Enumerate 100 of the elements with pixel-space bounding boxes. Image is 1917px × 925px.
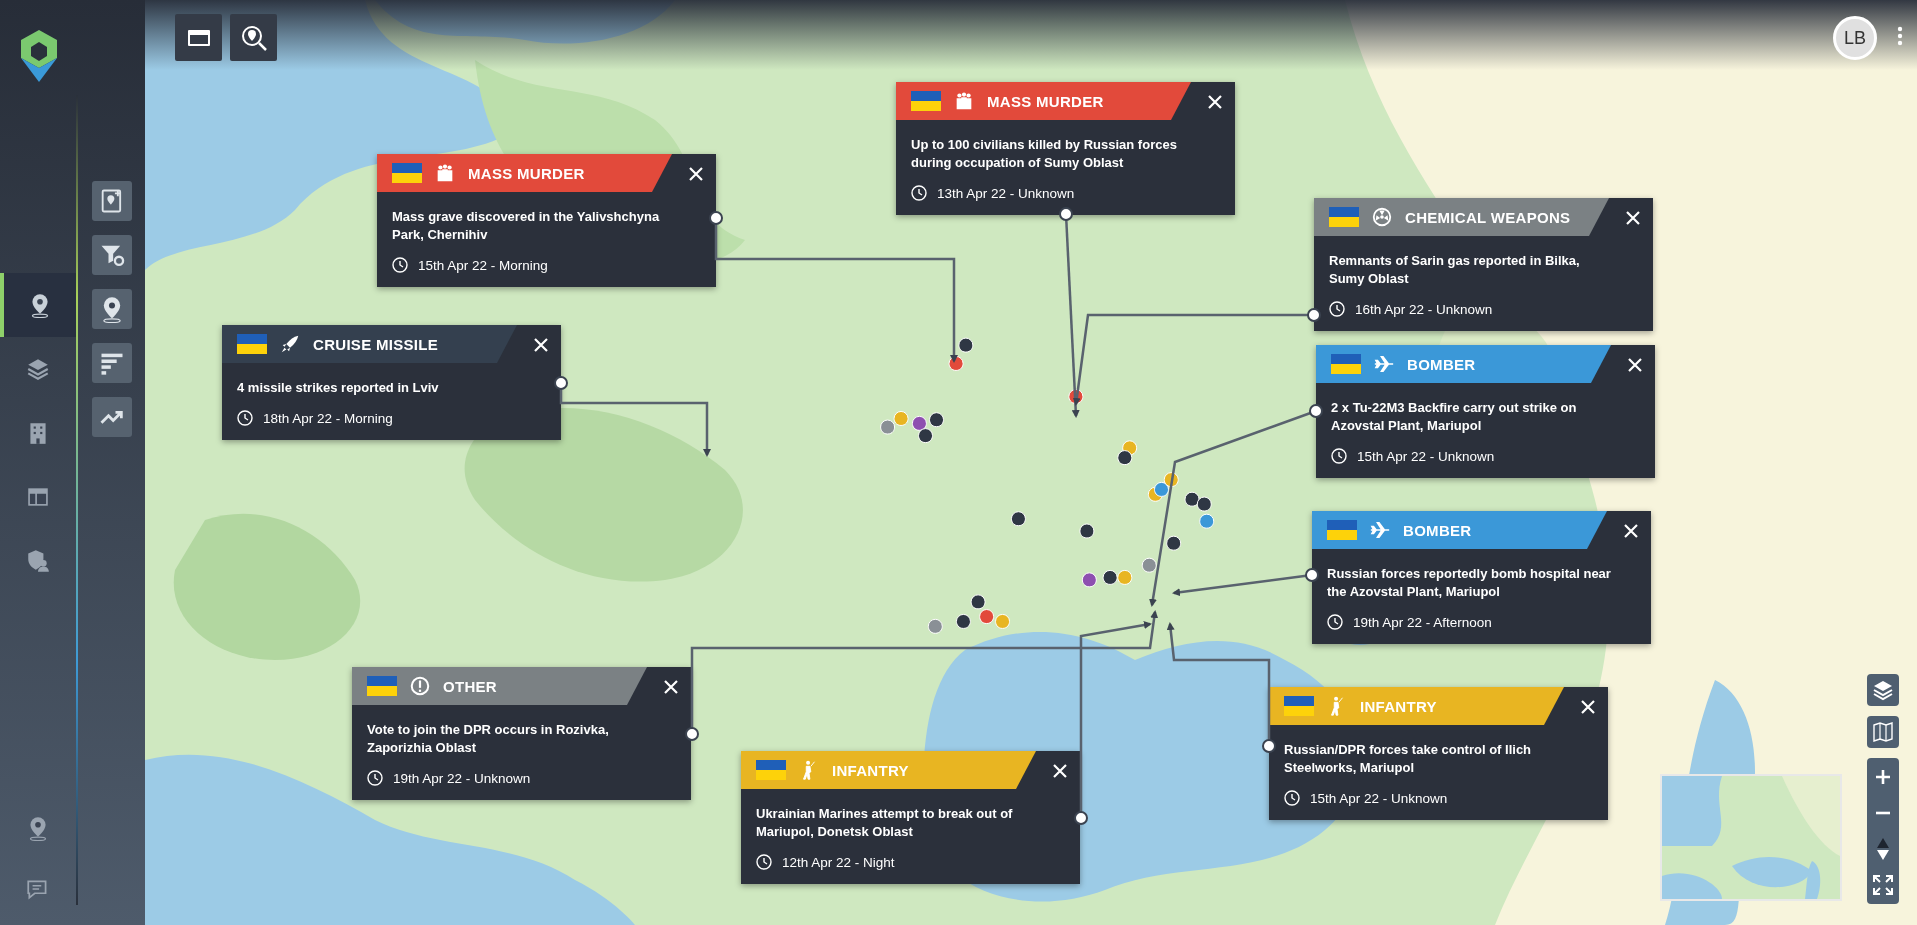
compass-icon (1877, 838, 1889, 860)
map-marker-icon[interactable] (1153, 481, 1169, 497)
location-search-button[interactable] (230, 14, 277, 61)
map-marker-icon[interactable] (1117, 569, 1133, 585)
category-label: OTHER (443, 677, 497, 695)
category-label: MASS MURDER (468, 164, 585, 182)
event-date: 15th Apr 22 - Morning (418, 257, 548, 273)
clock-icon (911, 185, 927, 201)
clock-icon (1327, 614, 1343, 630)
more-options-icon[interactable] (1897, 26, 1903, 46)
category-icon (1369, 519, 1391, 541)
map-marker-icon[interactable] (1184, 491, 1200, 507)
map-marker-icon[interactable] (1117, 450, 1133, 466)
map-icon (1871, 720, 1895, 744)
event-date: 12th Apr 22 - Night (782, 854, 895, 870)
map-marker-icon[interactable] (1068, 388, 1084, 404)
ukraine-flag-icon (756, 760, 786, 780)
clock-icon (367, 770, 383, 786)
close-icon (1624, 524, 1638, 538)
window-icon (186, 27, 211, 48)
event-title: Vote to join the DPR occurs in Rozivka, Zaporizhia Oblast (367, 721, 610, 757)
ukraine-flag-icon (1329, 207, 1359, 227)
event-date: 19th Apr 22 - Unknown (393, 770, 531, 786)
category-label: INFANTRY (832, 761, 909, 779)
tool-button[interactable] (91, 181, 132, 221)
location-search-icon (239, 23, 268, 52)
category-label: CRUISE MISSILE (313, 335, 439, 353)
clock-icon (237, 410, 253, 426)
map-marker-icon[interactable] (927, 618, 943, 634)
category-label: MASS MURDER (987, 92, 1104, 110)
layers-button[interactable] (1867, 674, 1899, 706)
map-marker-icon[interactable] (1199, 513, 1215, 529)
tool-button[interactable] (91, 397, 132, 437)
event-date: 16th Apr 22 - Unknown (1355, 301, 1493, 317)
map-marker-icon[interactable] (911, 415, 927, 431)
category-icon (1371, 206, 1393, 228)
event-title: Russian/DPR forces take control of Ilich Steelworks, Mariupol (1284, 741, 1533, 777)
tool-button[interactable] (91, 343, 132, 383)
map-marker-icon[interactable] (1163, 472, 1179, 488)
event-date: 15th Apr 22 - Unknown (1310, 790, 1448, 806)
ukraine-flag-icon (1327, 520, 1357, 540)
map-marker-icon[interactable] (958, 337, 974, 353)
layers-icon (1871, 678, 1895, 702)
map-marker-icon[interactable] (929, 412, 944, 428)
clock-icon (1329, 301, 1345, 317)
event-title: 4 missile strikes reported in Lviv (237, 379, 440, 397)
category-label: BOMBER (1403, 521, 1472, 539)
event-date: 18th Apr 22 - Morning (263, 410, 393, 426)
clock-icon (392, 257, 408, 273)
map-marker-icon[interactable] (1010, 511, 1026, 527)
category-icon (1373, 353, 1395, 375)
close-icon (689, 167, 703, 181)
close-icon (534, 338, 548, 352)
event-title: Up to 100 civilians killed by Russian forces during occupation of Sumy Oblast (911, 136, 1178, 172)
ukraine-flag-icon (1284, 696, 1314, 716)
map-marker-icon[interactable] (1102, 569, 1118, 585)
category-label: BOMBER (1407, 355, 1476, 373)
event-date: 13th Apr 22 - Unknown (937, 185, 1075, 201)
close-icon (1208, 95, 1222, 109)
shield-user-icon (25, 548, 51, 574)
close-icon (1053, 764, 1067, 778)
map-marker-icon[interactable] (1166, 535, 1182, 551)
event-title: 2 x Tu-22M3 Backfire carry out strike on Azovstal Plant, Mariupol (1331, 399, 1578, 435)
ukraine-flag-icon (1331, 354, 1361, 374)
category-label: INFANTRY (1360, 697, 1437, 715)
category-icon (409, 675, 431, 697)
tool-button[interactable] (91, 289, 132, 329)
event-title: Russian forces reportedly bomb hospital near the Azovstal Plant, Mariupol (1327, 565, 1612, 601)
ukraine-flag-icon (392, 163, 422, 183)
event-date: 19th Apr 22 - Afternoon (1353, 614, 1492, 630)
event-date: 15th Apr 22 - Unknown (1357, 448, 1495, 464)
map-marker-icon[interactable] (1196, 496, 1212, 512)
category-icon (279, 333, 301, 355)
minus-icon (1876, 811, 1890, 815)
map-marker-icon[interactable] (979, 609, 995, 625)
clock-icon (1331, 448, 1347, 464)
event-title: Remnants of Sarin gas reported in Bilka, Sumy Oblast (1329, 252, 1581, 288)
ukraine-flag-icon (911, 91, 941, 111)
map-marker-icon[interactable] (880, 419, 896, 435)
close-icon (1626, 211, 1640, 225)
event-title: Ukrainian Marines attempt to break out of Mariupol, Donetsk Oblast (756, 805, 1014, 841)
panel-button[interactable] (175, 14, 222, 61)
fullscreen-icon (1872, 874, 1894, 896)
map-marker-icon[interactable] (970, 594, 986, 610)
category-label: CHEMICAL WEAPONS (1405, 208, 1571, 226)
plus-icon (1876, 770, 1890, 784)
tool-button[interactable] (91, 235, 132, 275)
close-icon (664, 680, 678, 694)
close-icon (1628, 358, 1642, 372)
map-marker-icon[interactable] (948, 355, 964, 371)
nav-button[interactable] (0, 273, 76, 337)
map-marker-icon[interactable] (1079, 523, 1095, 539)
ukraine-flag-icon (367, 676, 397, 696)
close-icon (1581, 700, 1595, 714)
map-style-button[interactable] (1867, 716, 1899, 748)
map-marker-icon[interactable] (1141, 557, 1157, 573)
map-marker-icon[interactable] (893, 411, 909, 426)
map-marker-icon[interactable] (1081, 572, 1097, 588)
event-title: Mass grave discovered in the Yalivshchyna Park, Chernihiv (392, 208, 661, 244)
clock-icon (1284, 790, 1300, 806)
